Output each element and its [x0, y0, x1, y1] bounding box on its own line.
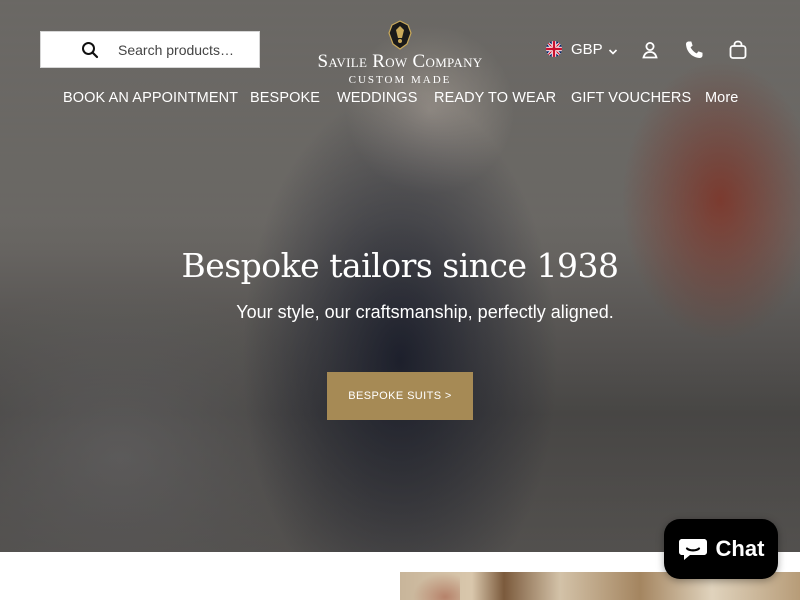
chat-button[interactable]: Chat — [664, 519, 778, 579]
nav-item-ready-to-wear[interactable]: READY TO WEAR — [434, 90, 556, 106]
site-logo[interactable]: Savile Row Company CUSTOM MADE — [300, 20, 500, 86]
nav-item-gift-vouchers[interactable]: GIFT VOUCHERS — [571, 90, 691, 106]
chevron-down-icon — [608, 44, 618, 55]
phone-icon[interactable] — [682, 38, 706, 62]
cart-icon[interactable] — [726, 38, 750, 62]
currency-code: GBP — [571, 40, 603, 58]
logo-tagline: CUSTOM MADE — [348, 74, 452, 86]
uk-flag-icon — [546, 41, 562, 57]
logo-name: Savile Row Company — [317, 51, 483, 72]
hero-subtitle: Your style, our craftsmanship, perfectly… — [236, 302, 614, 322]
search-box[interactable] — [40, 31, 260, 68]
chat-label: Chat — [715, 536, 765, 561]
crest-icon — [386, 20, 414, 50]
nav-item-book-an-appointment[interactable]: BOOK AN APPOINTMENT — [63, 90, 238, 106]
search-input[interactable] — [118, 32, 253, 67]
nav-item-more[interactable]: More — [705, 90, 738, 106]
bespoke-suits-button[interactable]: BESPOKE SUITS > — [327, 372, 473, 420]
account-icon[interactable] — [638, 38, 662, 62]
chat-bubble-icon — [678, 536, 708, 562]
nav-item-bespoke[interactable]: BESPOKE — [250, 90, 320, 106]
main-nav: BOOK AN APPOINTMENT BESPOKE WEDDINGS REA… — [0, 88, 800, 110]
nav-item-weddings[interactable]: WEDDINGS — [337, 90, 418, 106]
search-icon[interactable] — [81, 41, 99, 59]
hero-title: Bespoke tailors since 1938 — [181, 246, 619, 285]
currency-selector[interactable]: GBP — [546, 39, 618, 59]
